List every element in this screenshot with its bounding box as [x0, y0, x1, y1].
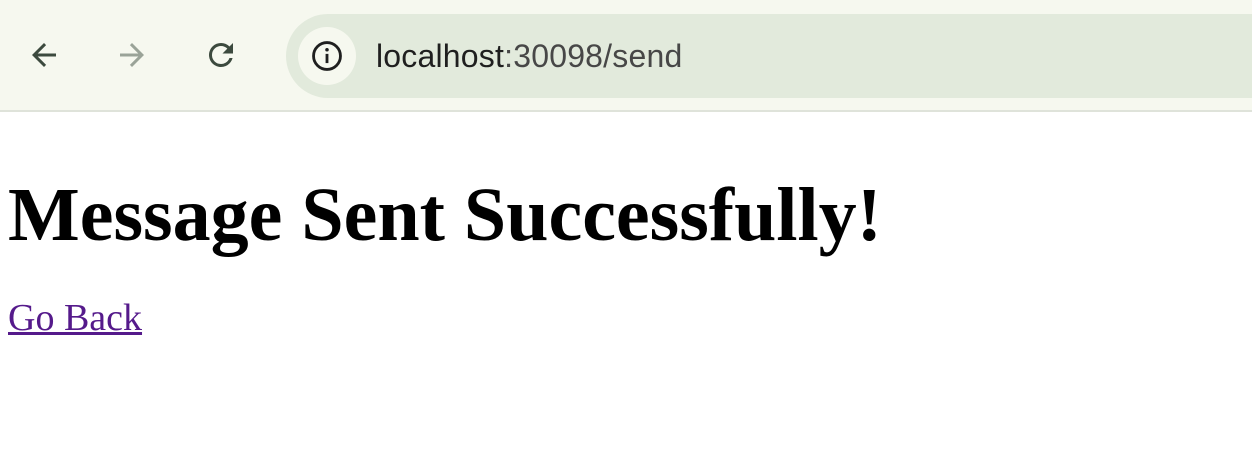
url-text[interactable]: localhost:30098/send — [376, 38, 682, 75]
info-icon — [312, 41, 342, 71]
url-path: :30098/send — [504, 37, 683, 74]
reload-button[interactable] — [196, 30, 246, 80]
page-heading: Message Sent Successfully! — [8, 173, 882, 257]
browser-toolbar: localhost:30098/send — [0, 0, 1252, 112]
arrow-right-icon — [120, 43, 144, 67]
address-bar[interactable]: localhost:30098/send — [286, 14, 1252, 98]
site-info-button[interactable] — [298, 27, 356, 85]
page-content: Message Sent Successfully! Go Back — [8, 114, 1244, 340]
back-button[interactable] — [19, 30, 69, 80]
reload-icon — [208, 42, 233, 67]
arrow-left-icon — [32, 43, 56, 67]
forward-button[interactable] — [107, 30, 157, 80]
go-back-link[interactable]: Go Back — [8, 296, 142, 340]
url-host: localhost — [376, 37, 505, 74]
